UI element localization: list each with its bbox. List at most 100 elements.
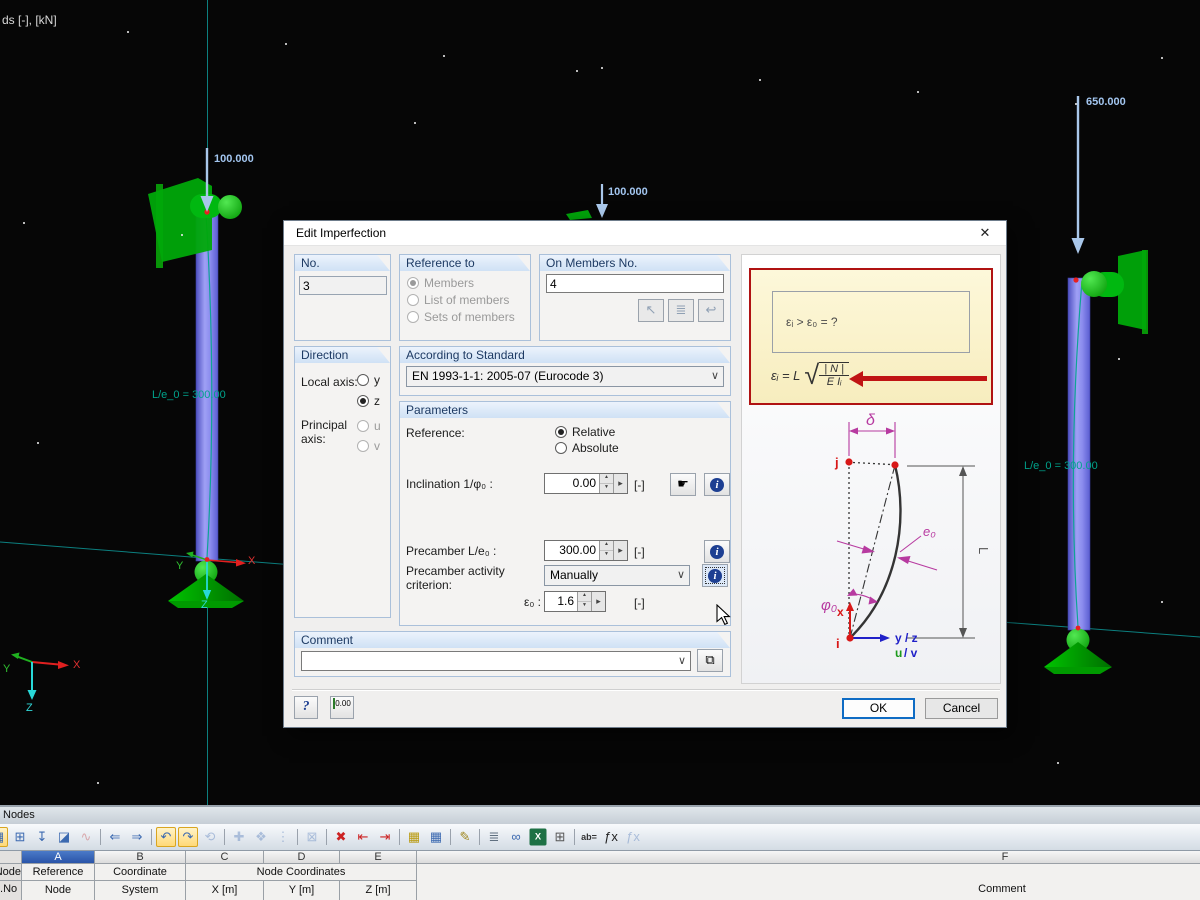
radio-absolute[interactable]: Absolute — [555, 441, 619, 455]
column-header-a[interactable]: A — [22, 851, 95, 864]
header-system[interactable]: System — [95, 881, 186, 900]
spin-up-icon[interactable]: ▲ — [600, 474, 613, 484]
function-off-icon[interactable]: ƒx — [623, 827, 643, 847]
header-node-coordinates-group[interactable]: Node Coordinates — [186, 864, 417, 881]
header-coordinate[interactable]: Coordinate — [95, 864, 186, 881]
comment-combo[interactable]: ∨ — [301, 651, 691, 671]
radio-relative[interactable]: Relative — [555, 425, 615, 439]
load-arrow-right[interactable] — [1072, 96, 1085, 254]
inclination-value[interactable]: 0.00 — [545, 474, 599, 493]
inclination-info-button[interactable]: i — [704, 473, 730, 496]
criterion-info-button[interactable]: i — [702, 564, 728, 587]
clear-selection-icon[interactable]: ⊠ — [302, 827, 322, 847]
radio-sets-of-members[interactable]: Sets of members — [407, 310, 515, 324]
column-header-f[interactable]: F — [417, 851, 1200, 864]
header-z-m[interactable]: Z [m] — [340, 881, 417, 900]
nodes-panel-title[interactable]: Nodes — [0, 807, 1200, 824]
comment-input[interactable] — [304, 653, 674, 670]
column-header-d[interactable]: D — [264, 851, 340, 864]
comment-copy-button[interactable]: ⧉ — [697, 649, 723, 672]
header-x-m[interactable]: X [m] — [186, 881, 264, 900]
member-column-right[interactable] — [1068, 278, 1090, 630]
on-members-field[interactable] — [546, 274, 724, 293]
radio-list-of-members[interactable]: List of members — [407, 293, 509, 307]
goto-line-icon[interactable]: ↧ — [32, 827, 52, 847]
inclination-spinner[interactable]: ▲▼ — [599, 474, 613, 493]
spin-up-icon[interactable]: ▲ — [600, 541, 613, 551]
inclination-slider-button[interactable]: ▸ — [613, 474, 627, 493]
spin-up-icon[interactable]: ▲ — [578, 592, 591, 602]
pick-members-list-button[interactable]: ≣ — [668, 299, 694, 322]
column-header-b[interactable]: B — [95, 851, 186, 864]
radio-local-y[interactable]: y — [357, 373, 380, 387]
node-top-right[interactable] — [1073, 277, 1078, 282]
node-bottom-right[interactable] — [1076, 626, 1081, 631]
precamber-slider-button[interactable]: ▸ — [613, 541, 627, 560]
refresh-icon[interactable]: ⟲ — [200, 827, 220, 847]
redo-icon[interactable]: ↷ — [178, 827, 198, 847]
add-block-icon[interactable]: ✚ — [229, 827, 249, 847]
insert-row-icon[interactable]: ⇤ — [353, 827, 373, 847]
dialog-titlebar[interactable]: Edit Imperfection ✕ — [284, 221, 1006, 246]
load-arrow-middle[interactable] — [596, 184, 608, 218]
support-top-right[interactable] — [1081, 250, 1148, 334]
apply-hand-button[interactable]: ☛ — [670, 473, 696, 496]
protocol-icon[interactable]: ≣ — [484, 827, 504, 847]
highlight-table-icon[interactable]: ▦ — [404, 827, 424, 847]
criterion-select[interactable]: Manually ∨ — [544, 565, 690, 586]
undo-icon[interactable]: ↶ — [156, 827, 176, 847]
units-settings-button[interactable]: 0.00 — [330, 696, 354, 719]
imperfection-number-field[interactable] — [299, 276, 387, 295]
header-comment[interactable]: Comment — [417, 864, 1200, 900]
epsilon-slider-button[interactable]: ▸ — [591, 592, 605, 611]
cancel-button[interactable]: Cancel — [925, 698, 998, 719]
header-reference[interactable]: Reference — [22, 864, 95, 881]
precamber-value[interactable]: 300.00 — [545, 541, 599, 560]
pick-members-button[interactable]: ↖ — [638, 299, 664, 322]
table-diagram-icon[interactable]: ◪ — [54, 827, 74, 847]
support-top-middle[interactable] — [566, 210, 592, 220]
select-table-icon[interactable]: ▦ — [426, 827, 446, 847]
epsilon-spinner[interactable]: ▲▼ — [577, 592, 591, 611]
block-select-icon[interactable]: ❖ — [251, 827, 271, 847]
column-header-c[interactable]: C — [186, 851, 264, 864]
remove-row-icon[interactable]: ⇥ — [375, 827, 395, 847]
header-y-m[interactable]: Y [m] — [264, 881, 340, 900]
radio-local-z[interactable]: z — [357, 394, 380, 408]
rename-icon[interactable]: ab= — [579, 827, 599, 847]
member-column-left[interactable] — [196, 211, 218, 561]
support-bottom-right[interactable] — [1044, 629, 1112, 675]
revert-selection-button[interactable]: ↩ — [698, 299, 724, 322]
table-corner-letter-cell[interactable] — [0, 851, 22, 864]
calculator-icon[interactable]: ⊞ — [550, 827, 570, 847]
help-button[interactable]: ? — [294, 696, 318, 719]
binoculars-icon[interactable]: ∞ — [506, 827, 526, 847]
precamber-spinner[interactable]: ▲▼ — [599, 541, 613, 560]
function-icon[interactable]: ƒx — [601, 827, 621, 847]
column-header-e[interactable]: E — [340, 851, 417, 864]
radio-principal-v[interactable]: v — [357, 439, 380, 453]
epsilon-input[interactable]: 1.6 ▲▼ ▸ — [544, 591, 606, 612]
notes-icon[interactable]: ✎ — [455, 827, 475, 847]
table-mode-icon[interactable]: ▦ — [0, 827, 8, 847]
ok-button[interactable]: OK — [842, 698, 915, 719]
column-split-icon[interactable]: ⋮ — [273, 827, 293, 847]
support-top-left[interactable] — [148, 178, 242, 268]
close-icon[interactable]: ✕ — [972, 223, 998, 243]
spin-down-icon[interactable]: ▼ — [600, 484, 613, 493]
delete-row-icon[interactable]: ✖ — [331, 827, 351, 847]
precamber-info-button[interactable]: i — [704, 540, 730, 563]
spin-down-icon[interactable]: ▼ — [600, 551, 613, 560]
spin-down-icon[interactable]: ▼ — [578, 602, 591, 611]
epsilon-value[interactable]: 1.6 — [545, 592, 577, 611]
radio-principal-u[interactable]: u — [357, 419, 381, 433]
previous-table-icon[interactable]: ⇐ — [105, 827, 125, 847]
result-curve-icon[interactable]: ∿ — [76, 827, 96, 847]
insert-line-icon[interactable]: ⊞ — [10, 827, 30, 847]
next-table-icon[interactable]: ⇒ — [127, 827, 147, 847]
header-node[interactable]: Node — [22, 881, 95, 900]
standard-select[interactable]: EN 1993-1-1: 2005-07 (Eurocode 3) ∨ — [406, 366, 724, 387]
excel-export-icon[interactable]: X — [530, 829, 547, 846]
precamber-input[interactable]: 300.00 ▲▼ ▸ — [544, 540, 628, 561]
radio-members[interactable]: Members — [407, 276, 474, 290]
